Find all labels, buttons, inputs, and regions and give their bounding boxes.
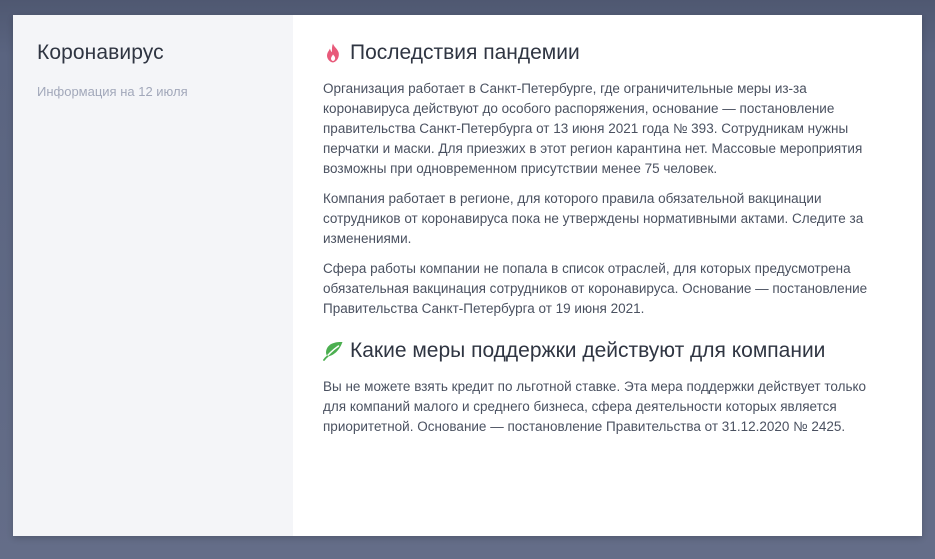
sidebar-title: Коронавирус	[37, 41, 164, 64]
leaf-icon	[323, 341, 343, 361]
paragraph: Организация работает в Санкт-Петербурге,…	[323, 81, 863, 176]
paragraph: Вы не можете взять кредит по льготной ст…	[323, 379, 867, 434]
section-title: Какие меры поддержки действуют для компа…	[350, 339, 826, 362]
section-title: Последствия пандемии	[350, 41, 580, 64]
sidebar: Коронавирус Информация на 12 июля	[13, 15, 293, 536]
support-measures-section: Какие меры поддержки действуют для компа…	[323, 337, 882, 437]
section-heading: Последствия пандемии	[323, 39, 882, 67]
coronavirus-info-card: Коронавирус Информация на 12 июля Послед…	[13, 15, 922, 536]
pandemic-consequences-section: Последствия пандемии Организация работае…	[323, 39, 882, 319]
paragraph: Сфера работы компании не попала в список…	[323, 261, 868, 316]
main-content: Последствия пандемии Организация работае…	[293, 15, 922, 536]
fire-icon	[323, 43, 343, 63]
section-heading: Какие меры поддержки действуют для компа…	[323, 337, 882, 365]
info-date: Информация на 12 июля	[37, 84, 188, 99]
paragraph: Компания работает в регионе, для которог…	[323, 191, 864, 246]
